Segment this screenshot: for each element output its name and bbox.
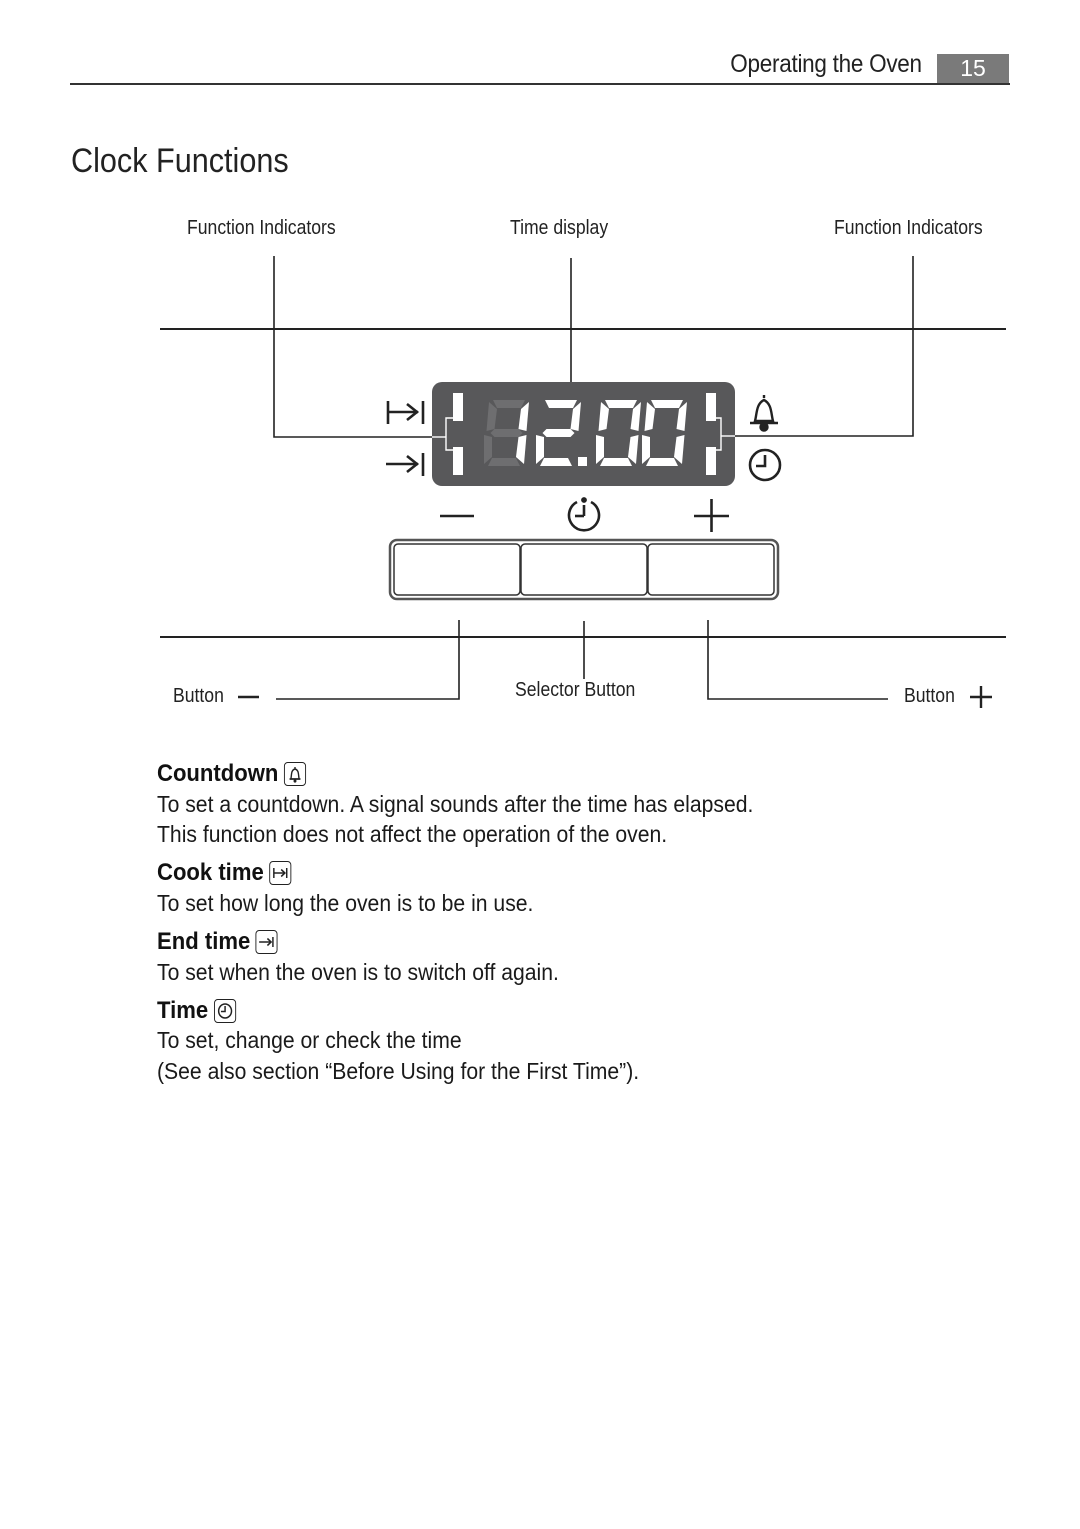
clock-icon xyxy=(748,448,782,482)
function-desc-countdown-line1: To set a countdown. A signal sounds afte… xyxy=(157,791,754,817)
segment-d xyxy=(646,458,678,466)
button-plus[interactable] xyxy=(647,543,775,596)
plus-icon xyxy=(694,499,729,532)
end-time-icon xyxy=(386,453,425,476)
end-time-icon xyxy=(255,930,278,954)
segment-g xyxy=(490,429,523,437)
time-display-panel xyxy=(432,382,735,486)
decimal-point xyxy=(578,457,587,466)
indicator-bar-time xyxy=(706,447,716,475)
button-minus[interactable] xyxy=(393,543,521,596)
function-desc-countdown-line2: This function does not affect the operat… xyxy=(157,821,668,847)
indicator-bar-cook-time xyxy=(453,393,463,421)
leader-line-button-minus xyxy=(276,620,460,700)
segment-a xyxy=(545,400,577,408)
indicator-bar-countdown xyxy=(706,393,716,421)
control-panel-diagram xyxy=(160,256,1006,708)
segment-d xyxy=(600,458,632,466)
segment-d xyxy=(540,458,572,466)
leader-line-right-indicators xyxy=(726,256,914,437)
bell-icon xyxy=(283,762,306,786)
function-desc-cook-time: To set how long the oven is to be in use… xyxy=(157,890,534,916)
function-desc-time-line1: To set, change or check the time xyxy=(157,1027,462,1053)
countdown-bell-icon xyxy=(750,395,778,432)
segment-a xyxy=(493,400,525,408)
clock-selector-icon xyxy=(567,497,601,532)
function-title-time: Time xyxy=(157,997,236,1025)
function-desc-time-line2: (See also section “Before Using for the … xyxy=(157,1058,640,1084)
segment-a xyxy=(605,400,637,408)
plus-label-icon xyxy=(970,686,992,708)
function-desc-end-time: To set when the oven is to switch off ag… xyxy=(157,959,559,985)
function-title-countdown: Countdown xyxy=(157,760,306,788)
indicator-bar-end-time xyxy=(453,447,463,475)
cook-time-icon xyxy=(386,401,425,424)
segment-g xyxy=(542,429,575,437)
segment-d xyxy=(488,458,520,466)
segment-a xyxy=(651,400,683,408)
button-selector[interactable] xyxy=(520,543,648,596)
function-title-end-time: End time xyxy=(157,928,278,956)
cook-time-icon xyxy=(269,861,292,885)
clock-icon xyxy=(213,999,236,1023)
leader-line-button-plus xyxy=(707,620,888,700)
function-title-cook-time: Cook time xyxy=(157,859,292,887)
